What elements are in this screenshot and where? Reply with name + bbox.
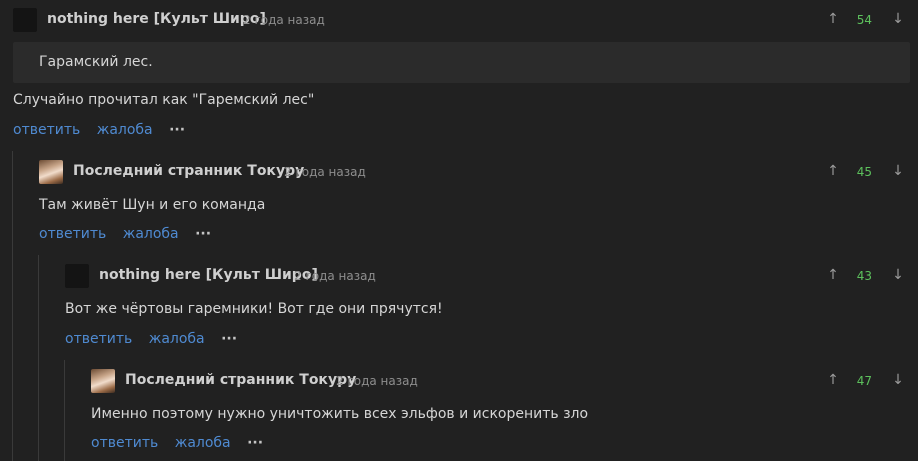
reply-link[interactable]: ответить <box>39 226 106 242</box>
author-name[interactable]: Последний странник Токуру <box>125 372 356 388</box>
comment-score: 54 <box>856 13 872 27</box>
more-dots-icon[interactable]: ··· <box>195 226 211 242</box>
author-name[interactable]: nothing here [Культ Широ] <box>47 11 266 27</box>
comment-thread: nothing here [Культ Широ] 2 года назад ↑… <box>0 0 918 461</box>
avatar[interactable] <box>13 8 37 32</box>
report-link[interactable]: жалоба <box>149 331 205 347</box>
downvote-arrow-icon[interactable]: ↓ <box>890 372 906 388</box>
upvote-arrow-icon[interactable]: ↑ <box>825 267 841 283</box>
upvote-arrow-icon[interactable]: ↑ <box>825 11 841 27</box>
upvote-arrow-icon[interactable]: ↑ <box>825 163 841 179</box>
upvote-arrow-icon[interactable]: ↑ <box>825 372 841 388</box>
quote-text: Гарамский лес. <box>39 54 153 70</box>
reply-link[interactable]: ответить <box>91 435 158 451</box>
avatar[interactable] <box>39 160 63 184</box>
more-dots-icon[interactable]: ··· <box>221 331 237 347</box>
comment-score: 43 <box>856 269 872 283</box>
comment-header: Последний странник Токуру 2 года назад ↑… <box>0 369 918 397</box>
downvote-arrow-icon[interactable]: ↓ <box>890 163 906 179</box>
quote-block: Гарамский лес. <box>13 42 910 83</box>
comment-text: Там живёт Шун и его команда <box>39 197 266 213</box>
comment-actions: ответить жалоба ··· <box>91 435 263 451</box>
comment-score: 45 <box>856 165 872 179</box>
author-name[interactable]: Последний странник Токуру <box>73 163 304 179</box>
reply-link[interactable]: ответить <box>65 331 132 347</box>
more-dots-icon[interactable]: ··· <box>169 122 185 138</box>
comment-text: Вот же чёртовы гаремники! Вот где они пр… <box>65 301 443 317</box>
comment-text: Случайно прочитал как "Гаремский лес" <box>13 92 315 108</box>
comment-actions: ответить жалоба ··· <box>39 226 211 242</box>
comment-actions: ответить жалоба ··· <box>65 331 237 347</box>
downvote-arrow-icon[interactable]: ↓ <box>890 267 906 283</box>
report-link[interactable]: жалоба <box>97 122 153 138</box>
comment-time: 2 года назад <box>336 374 418 388</box>
more-dots-icon[interactable]: ··· <box>247 435 263 451</box>
comment-score: 47 <box>856 374 872 388</box>
report-link[interactable]: жалоба <box>175 435 231 451</box>
avatar[interactable] <box>91 369 115 393</box>
comment-header: nothing here [Культ Широ] 2 года назад ↑… <box>0 264 918 292</box>
comment-actions: ответить жалоба ··· <box>13 122 185 138</box>
author-name[interactable]: nothing here [Культ Широ] <box>99 267 318 283</box>
comment-header: Последний странник Токуру 2 года назад ↑… <box>0 160 918 188</box>
report-link[interactable]: жалоба <box>123 226 179 242</box>
reply-link[interactable]: ответить <box>13 122 80 138</box>
downvote-arrow-icon[interactable]: ↓ <box>890 11 906 27</box>
comment-text: Именно поэтому нужно уничтожить всех эль… <box>91 406 589 422</box>
comment-time: 2 года назад <box>243 13 325 27</box>
avatar[interactable] <box>65 264 89 288</box>
comment-time: 2 года назад <box>294 269 376 283</box>
comment-time: 2 года назад <box>284 165 366 179</box>
comment-header: nothing here [Культ Широ] 2 года назад ↑… <box>0 8 918 36</box>
